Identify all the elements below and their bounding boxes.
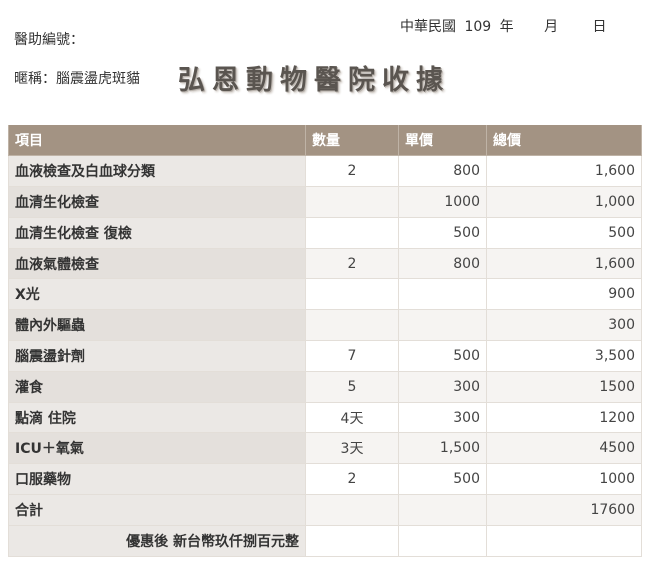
table-row: X光 900 — [8, 278, 642, 311]
row-price: 500 — [398, 340, 487, 372]
row-qty: 2 — [305, 155, 399, 188]
row-price: 500 — [398, 216, 487, 249]
row-qty: 3天 — [305, 432, 399, 465]
table-row: 灌食 5 300 1500 — [8, 370, 642, 403]
medical-id-label: 醫助編號： — [14, 32, 84, 48]
table-row: 血清生化檢查 1000 1,000 — [8, 186, 642, 218]
table-row: 點滴 住院 4天 300 1200 — [8, 401, 642, 434]
table-row: 腦震盪針劑 7 500 3,500 — [8, 340, 642, 372]
row-qty: 7 — [305, 340, 399, 372]
row-qty — [305, 216, 399, 249]
date-era: 中華民國 — [400, 19, 456, 35]
row-item: 血清生化檢查 復檢 — [8, 216, 306, 249]
table-row: 口服藥物 2 500 1000 — [8, 463, 642, 496]
column-header-item: 項目 — [8, 125, 306, 157]
table-row: 血液檢查及白血球分類 2 800 1,600 — [8, 155, 642, 188]
date-day-unit: 日 — [592, 19, 607, 35]
row-total: 300 — [486, 309, 642, 342]
column-header-qty: 數量 — [305, 125, 399, 157]
row-item: 口服藥物 — [8, 463, 306, 496]
date-year-unit: 年 — [499, 19, 514, 35]
pet-nickname: 暱稱：腦震盪虎斑貓 — [14, 71, 140, 87]
row-total: 1,600 — [486, 247, 642, 280]
row-price: 1,500 — [398, 432, 487, 465]
row-item: 灌食 — [8, 370, 306, 403]
table-row: 血液氣體檢查 2 800 1,600 — [8, 247, 642, 280]
table-row: 體內外驅蟲 300 — [8, 309, 642, 342]
column-header-price: 單價 — [398, 125, 487, 157]
row-qty: 2 — [305, 247, 399, 280]
row-qty: 5 — [305, 370, 399, 403]
receipt-table: 項目 數量 單價 總價 血液檢查及白血球分類 2 800 1,600 血清生化檢… — [8, 125, 642, 557]
receipt-title: 弘恩動物醫院收據 — [178, 65, 450, 96]
row-item: 體內外驅蟲 — [8, 309, 306, 342]
discount-qty-cell — [305, 524, 399, 557]
discount-price-cell — [398, 524, 487, 557]
row-item: 腦震盪針劑 — [8, 340, 306, 372]
row-price — [398, 278, 487, 311]
total-qty-cell — [305, 494, 399, 526]
total-value: 17600 — [486, 494, 642, 526]
total-price-cell — [398, 494, 487, 526]
row-item: X光 — [8, 278, 306, 311]
row-price: 800 — [398, 155, 487, 188]
column-header-total: 總價 — [486, 125, 642, 157]
date-year: 109 — [464, 19, 492, 35]
row-total: 1500 — [486, 370, 642, 403]
row-price: 300 — [398, 401, 487, 434]
discount-label: 優惠後 新台幣玖仟捌百元整 — [8, 524, 306, 557]
row-total: 1,600 — [486, 155, 642, 188]
total-label: 合計 — [8, 494, 306, 526]
row-qty — [305, 186, 399, 218]
row-total: 1200 — [486, 401, 642, 434]
row-total: 900 — [486, 278, 642, 311]
receipt-date: 中華民國 109 年 月 日 — [400, 16, 607, 36]
row-qty — [305, 309, 399, 342]
row-qty: 2 — [305, 463, 399, 496]
row-item: 血液檢查及白血球分類 — [8, 155, 306, 188]
row-price: 300 — [398, 370, 487, 403]
row-qty — [305, 278, 399, 311]
row-price: 1000 — [398, 186, 487, 218]
row-price: 800 — [398, 247, 487, 280]
date-month-unit: 月 — [544, 19, 559, 35]
row-qty: 4天 — [305, 401, 399, 434]
row-total: 3,500 — [486, 340, 642, 372]
discount-value — [486, 524, 642, 557]
row-total: 500 — [486, 216, 642, 249]
table-row: ICU＋氧氣 3天 1,500 4500 — [8, 432, 642, 465]
row-item: 血液氣體檢查 — [8, 247, 306, 280]
total-row: 合計 17600 — [8, 494, 642, 526]
row-price: 500 — [398, 463, 487, 496]
row-total: 1,000 — [486, 186, 642, 218]
discount-row: 優惠後 新台幣玖仟捌百元整 — [8, 524, 642, 557]
row-item: 血清生化檢查 — [8, 186, 306, 218]
row-price — [398, 309, 487, 342]
row-total: 1000 — [486, 463, 642, 496]
table-header-row: 項目 數量 單價 總價 — [8, 125, 642, 157]
table-row: 血清生化檢查 復檢 500 500 — [8, 216, 642, 249]
row-item: ICU＋氧氣 — [8, 432, 306, 465]
row-total: 4500 — [486, 432, 642, 465]
row-item: 點滴 住院 — [8, 401, 306, 434]
